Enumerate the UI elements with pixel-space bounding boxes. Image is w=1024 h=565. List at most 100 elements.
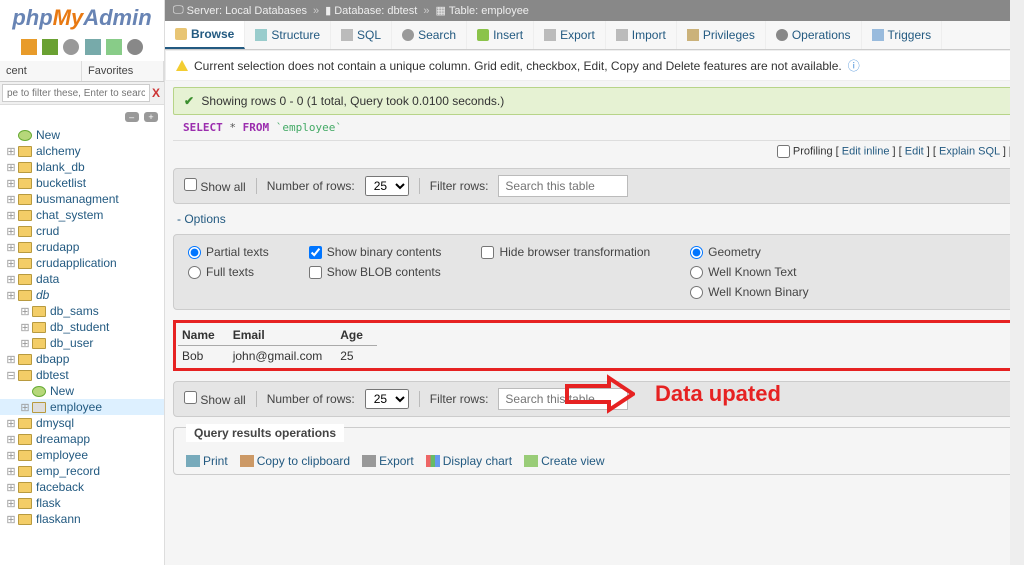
settings-icon[interactable] xyxy=(106,39,122,55)
home-icon[interactable] xyxy=(21,39,37,55)
tree-database[interactable]: ⊞busmanagment xyxy=(0,191,164,207)
tab-export[interactable]: Export xyxy=(534,21,606,49)
tree-database[interactable]: ⊟dbtest xyxy=(0,367,164,383)
scrollbar[interactable] xyxy=(1010,0,1024,565)
expand-toggle-icon[interactable]: ⊞ xyxy=(18,337,32,350)
tree-database[interactable]: ⊞emp_record xyxy=(0,463,164,479)
num-rows-select[interactable]: 25 xyxy=(365,176,409,196)
expand-toggle-icon[interactable]: ⊞ xyxy=(4,273,18,286)
info-icon[interactable]: ⓘ xyxy=(848,57,860,74)
tree-database[interactable]: ⊞flask xyxy=(0,495,164,511)
tree-database[interactable]: ⊞chat_system xyxy=(0,207,164,223)
export-link[interactable]: Export xyxy=(362,454,414,468)
column-header[interactable]: Email xyxy=(229,325,337,346)
refresh-icon[interactable] xyxy=(85,39,101,55)
num-rows-select-b[interactable]: 25 xyxy=(365,389,409,409)
show-all-wrap-b[interactable]: Show all xyxy=(184,391,246,407)
collapse-icon[interactable]: – xyxy=(125,112,139,122)
show-all-checkbox[interactable] xyxy=(184,178,197,191)
print-link[interactable]: Print xyxy=(186,454,228,468)
create-view-link[interactable]: Create view xyxy=(524,454,604,468)
show-all-wrap[interactable]: Show all xyxy=(184,178,246,194)
tree-database[interactable]: ⊞employee xyxy=(0,447,164,463)
tab-recent[interactable]: cent xyxy=(0,61,82,81)
tree-database[interactable]: ⊞crud xyxy=(0,223,164,239)
tree-database[interactable]: ⊞bucketlist xyxy=(0,175,164,191)
tab-privileges[interactable]: Privileges xyxy=(677,21,766,49)
tree-new[interactable]: New xyxy=(0,383,164,399)
expand-toggle-icon[interactable]: ⊞ xyxy=(4,177,18,190)
edit-link[interactable]: Edit xyxy=(905,145,924,157)
wkt-radio[interactable]: Well Known Text xyxy=(690,265,809,279)
breadcrumb-database[interactable]: ▮ Database: dbtest xyxy=(325,4,417,17)
db-tree[interactable]: New⊞alchemy⊞blank_db⊞bucketlist⊞busmanag… xyxy=(0,127,164,565)
tree-database[interactable]: ⊞db_student xyxy=(0,319,164,335)
expand-toggle-icon[interactable]: ⊞ xyxy=(4,161,18,174)
show-blob-checkbox[interactable]: Show BLOB contents xyxy=(309,265,442,279)
tree-database[interactable]: ⊞blank_db xyxy=(0,159,164,175)
expand-toggle-icon[interactable]: ⊞ xyxy=(4,257,18,270)
filter-input[interactable] xyxy=(498,175,628,197)
expand-toggle-icon[interactable]: ⊞ xyxy=(4,513,18,526)
expand-toggle-icon[interactable]: ⊟ xyxy=(4,369,18,382)
expand-toggle-icon[interactable]: ⊞ xyxy=(4,433,18,446)
expand-toggle-icon[interactable]: ⊞ xyxy=(4,465,18,478)
partial-texts-radio[interactable]: Partial texts xyxy=(188,245,269,259)
hide-trans-checkbox[interactable]: Hide browser transformation xyxy=(481,245,650,259)
expand-toggle-icon[interactable]: ⊞ xyxy=(4,497,18,510)
expand-toggle-icon[interactable]: ⊞ xyxy=(4,353,18,366)
tree-database[interactable]: ⊞dreamapp xyxy=(0,431,164,447)
copy-clipboard-link[interactable]: Copy to clipboard xyxy=(240,454,350,468)
tree-search-input[interactable] xyxy=(2,84,150,102)
logo[interactable]: phpMyAdmin xyxy=(0,0,164,36)
expand-toggle-icon[interactable]: ⊞ xyxy=(4,241,18,254)
reload-icon[interactable] xyxy=(127,39,143,55)
tab-import[interactable]: Import xyxy=(606,21,677,49)
show-all-checkbox-b[interactable] xyxy=(184,391,197,404)
column-header[interactable]: Age xyxy=(336,325,377,346)
breadcrumb-table[interactable]: ▦ Table: employee xyxy=(435,4,528,17)
profiling-checkbox[interactable] xyxy=(777,145,790,158)
expand-toggle-icon[interactable]: ⊞ xyxy=(18,321,32,334)
expand-toggle-icon[interactable]: ⊞ xyxy=(4,289,18,302)
expand-toggle-icon[interactable]: ⊞ xyxy=(18,401,32,414)
tree-database[interactable]: ⊞db_user xyxy=(0,335,164,351)
expand-toggle-icon[interactable]: ⊞ xyxy=(4,481,18,494)
expand-toggle-icon[interactable]: ⊞ xyxy=(4,209,18,222)
tree-database[interactable]: ⊞flaskann xyxy=(0,511,164,527)
explain-sql-link[interactable]: Explain SQL xyxy=(939,145,1000,157)
tree-new[interactable]: New xyxy=(0,127,164,143)
tree-database[interactable]: ⊞crudapp xyxy=(0,239,164,255)
tab-structure[interactable]: Structure xyxy=(245,21,331,49)
tab-insert[interactable]: Insert xyxy=(467,21,534,49)
display-chart-link[interactable]: Display chart xyxy=(426,454,512,468)
options-toggle[interactable]: - Options xyxy=(177,212,1012,226)
clear-search-icon[interactable]: X xyxy=(150,84,162,102)
tree-database[interactable]: ⊞dmysql xyxy=(0,415,164,431)
tree-database[interactable]: ⊞data xyxy=(0,271,164,287)
docs-icon[interactable] xyxy=(63,39,79,55)
tree-database[interactable]: ⊞alchemy xyxy=(0,143,164,159)
tab-browse[interactable]: Browse xyxy=(165,21,245,49)
tree-database[interactable]: ⊞dbapp xyxy=(0,351,164,367)
tab-operations[interactable]: Operations xyxy=(766,21,862,49)
full-texts-radio[interactable]: Full texts xyxy=(188,265,269,279)
logout-icon[interactable] xyxy=(42,39,58,55)
tab-sql[interactable]: SQL xyxy=(331,21,392,49)
geometry-radio[interactable]: Geometry xyxy=(690,245,809,259)
tree-table[interactable]: ⊞employee xyxy=(0,399,164,415)
tree-database[interactable]: ⊞crudapplication xyxy=(0,255,164,271)
tab-triggers[interactable]: Triggers xyxy=(862,21,943,49)
wkb-radio[interactable]: Well Known Binary xyxy=(690,285,809,299)
breadcrumb-server[interactable]: 🖵 Server: Local Databases xyxy=(173,4,307,17)
tab-favorites[interactable]: Favorites xyxy=(82,61,164,81)
expand-icon[interactable]: + xyxy=(144,112,158,122)
tab-search[interactable]: Search xyxy=(392,21,467,49)
expand-toggle-icon[interactable]: ⊞ xyxy=(4,193,18,206)
expand-toggle-icon[interactable]: ⊞ xyxy=(4,225,18,238)
tree-database[interactable]: ⊞db_sams xyxy=(0,303,164,319)
expand-toggle-icon[interactable]: ⊞ xyxy=(4,145,18,158)
expand-toggle-icon[interactable]: ⊞ xyxy=(4,449,18,462)
tree-database[interactable]: ⊞faceback xyxy=(0,479,164,495)
expand-toggle-icon[interactable]: ⊞ xyxy=(18,305,32,318)
